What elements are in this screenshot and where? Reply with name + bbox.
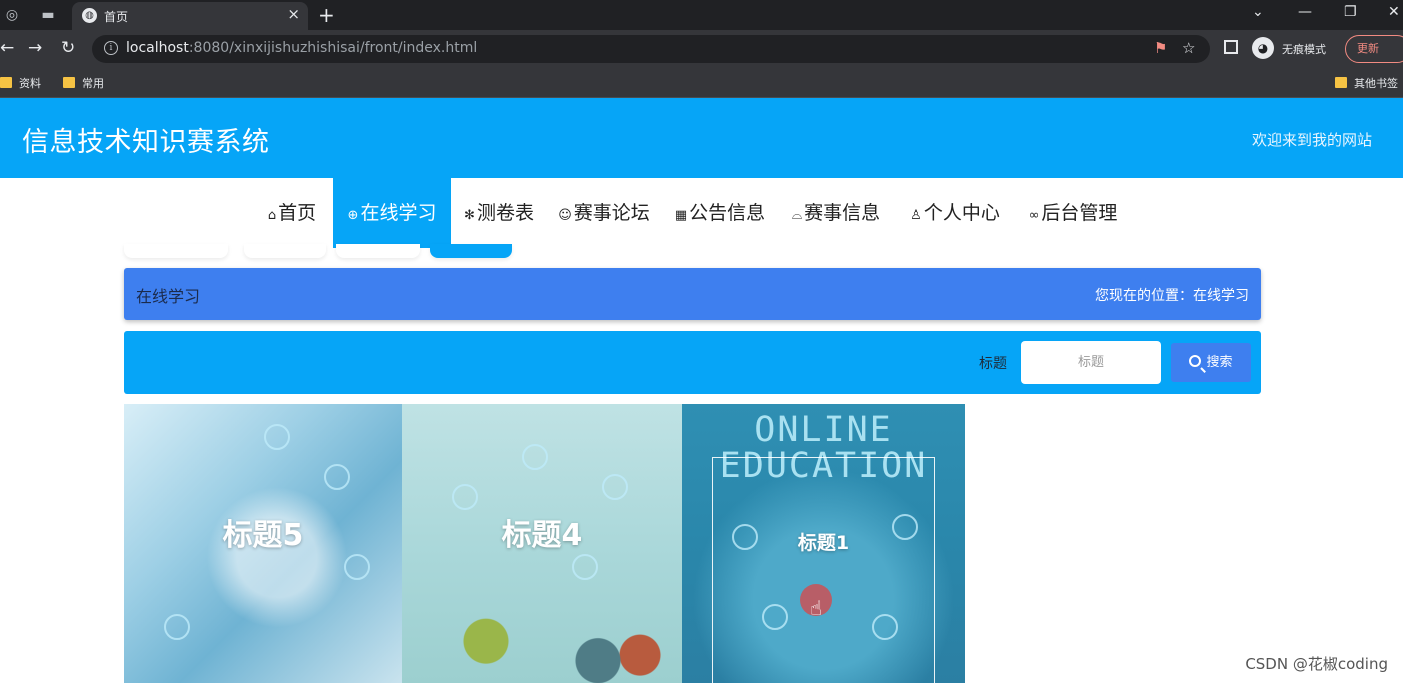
nav-item-home[interactable]: ⌂ 首页 bbox=[262, 178, 322, 248]
search-bar: 标题 搜索 bbox=[124, 331, 1261, 394]
card-title: 标题1 bbox=[797, 532, 850, 554]
nav-item-events[interactable]: ⌓ 赛事信息 bbox=[786, 178, 886, 248]
snowflake-icon: ✻ bbox=[464, 208, 475, 223]
update-label: 更新 bbox=[1357, 42, 1379, 55]
reload-icon[interactable]: ↻ bbox=[61, 38, 75, 58]
page-title: 在线学习 bbox=[136, 287, 201, 306]
breadcrumb: 您现在的位置：在线学习 bbox=[1095, 288, 1249, 304]
search-button-label: 搜索 bbox=[1206, 355, 1233, 370]
globe-icon: ◍ bbox=[82, 8, 97, 23]
browser-menu-icon[interactable]: ◎ bbox=[2, 5, 22, 25]
nav-item-forum[interactable]: ☺ 赛事论坛 bbox=[555, 178, 653, 248]
ghost-tab bbox=[124, 244, 228, 258]
decor-node bbox=[264, 424, 290, 450]
close-tab-icon[interactable]: × bbox=[287, 5, 300, 23]
ghost-tab-active bbox=[430, 244, 512, 258]
nav-label: 首页 bbox=[278, 202, 317, 224]
decor-node bbox=[164, 614, 190, 640]
course-card-hovered[interactable]: ONLINE EDUCATION 标题1 ☝ bbox=[682, 404, 965, 683]
restore-icon[interactable]: ❐ bbox=[1344, 4, 1357, 20]
bookmark-label: 资料 bbox=[19, 77, 41, 90]
site-info-icon[interactable]: i bbox=[104, 41, 118, 55]
url-path: :8080/xinxijishuzhishisai/front/index.ht… bbox=[188, 40, 478, 56]
nav-label: 后台管理 bbox=[1041, 202, 1118, 224]
url-host: localhost bbox=[126, 40, 189, 56]
nav-label: 赛事论坛 bbox=[573, 202, 650, 224]
url-text: localhost:8080/xinxijishuzhishisai/front… bbox=[126, 40, 477, 56]
course-card[interactable]: 标题4 bbox=[402, 404, 682, 683]
breadcrumb-bar: 在线学习 您现在的位置：在线学习 bbox=[124, 268, 1261, 320]
decor-node bbox=[324, 464, 350, 490]
bookmark-star-icon[interactable]: ☆ bbox=[1182, 39, 1195, 57]
tab-search-icon[interactable]: ▬ bbox=[38, 5, 58, 25]
card-title: 标题4 bbox=[501, 518, 583, 553]
search-icon bbox=[1189, 355, 1202, 367]
search-input[interactable] bbox=[1021, 341, 1161, 384]
decor-node bbox=[872, 614, 898, 640]
watermark: CSDN @花椒coding bbox=[1245, 655, 1388, 673]
forward-icon[interactable]: → bbox=[28, 38, 42, 58]
grid-icon: ▦ bbox=[674, 208, 688, 223]
main-nav: ⌂ 首页 ⊕ 在线学习 ✻ 测卷表 ☺ 赛事论坛 ▦ 公告信息 ⌓ 赛事信息 ♙ 个人中心 ∞… bbox=[0, 178, 1403, 248]
nav-item-profile[interactable]: ♙ 个人中心 bbox=[906, 178, 1004, 248]
ghost-tab bbox=[336, 244, 420, 258]
smile-icon: ☺ bbox=[558, 208, 572, 223]
globe-icon: ⊕ bbox=[347, 208, 359, 223]
welcome-text: 欢迎来到我的网站 bbox=[1251, 131, 1372, 149]
browser-tab[interactable]: ◍ 首页 × bbox=[72, 2, 308, 30]
decor-node bbox=[572, 554, 598, 580]
bookmark-label: 常用 bbox=[82, 77, 104, 90]
address-bar[interactable]: i localhost:8080/xinxijishuzhishisai/fro… bbox=[92, 35, 1210, 63]
tab-title: 首页 bbox=[104, 10, 129, 24]
nav-label: 在线学习 bbox=[360, 202, 437, 224]
hover-frame bbox=[712, 457, 935, 683]
window-close-icon[interactable]: ✕ bbox=[1388, 4, 1400, 20]
other-bookmarks[interactable]: 其他书签 bbox=[1335, 75, 1398, 91]
browser-toolbar: ← → ↻ i localhost:8080/xinxijishuzhishis… bbox=[0, 30, 1403, 68]
nav-label: 个人中心 bbox=[923, 202, 1000, 224]
bookmark-folder[interactable]: 资料 bbox=[0, 75, 41, 91]
site-header: 信息技术知识赛系统 欢迎来到我的网站 bbox=[0, 98, 1403, 178]
decor-node bbox=[602, 474, 628, 500]
user-icon: ♙ bbox=[910, 208, 922, 223]
back-icon[interactable]: ← bbox=[0, 38, 14, 58]
folder-icon bbox=[63, 77, 75, 88]
decor-node bbox=[344, 554, 370, 580]
nav-item-announcements[interactable]: ▦ 公告信息 bbox=[671, 178, 769, 248]
incognito-icon: ◕ bbox=[1252, 37, 1274, 59]
side-panel-icon[interactable] bbox=[1224, 40, 1238, 54]
other-bookmarks-label: 其他书签 bbox=[1354, 77, 1398, 90]
ghost-tab bbox=[244, 244, 326, 258]
nav-item-admin[interactable]: ∞ 后台管理 bbox=[1023, 178, 1123, 248]
bookmark-folder[interactable]: 常用 bbox=[63, 75, 104, 91]
site-title: 信息技术知识赛系统 bbox=[22, 127, 270, 158]
nav-label: 公告信息 bbox=[689, 202, 766, 224]
nav-label: 赛事信息 bbox=[804, 202, 881, 224]
decor-node bbox=[522, 444, 548, 470]
tab-list-chevron-icon[interactable]: ⌄ bbox=[1252, 4, 1264, 20]
nav-item-test-papers[interactable]: ✻ 测卷表 bbox=[460, 178, 538, 248]
folder-icon bbox=[1335, 77, 1347, 88]
search-label: 标题 bbox=[979, 356, 1007, 372]
minimize-icon[interactable]: — bbox=[1298, 4, 1312, 20]
decor-node bbox=[452, 484, 478, 510]
nav-item-online-learning[interactable]: ⊕ 在线学习 bbox=[333, 178, 451, 248]
course-card[interactable]: 标题5 bbox=[124, 404, 402, 683]
nav-label: 测卷表 bbox=[476, 202, 534, 224]
bookmarks-bar: 资料 常用 其他书签 bbox=[0, 68, 1403, 98]
decor-node bbox=[762, 604, 788, 630]
hand-cursor-icon: ☝ bbox=[810, 596, 823, 620]
card-title: 标题5 bbox=[222, 518, 304, 553]
browser-tab-strip: ◎ ▬ ◍ 首页 × + ⌄ — ❐ ✕ bbox=[0, 0, 1403, 30]
incognito-label: 无痕模式 bbox=[1282, 43, 1326, 56]
search-button[interactable]: 搜索 bbox=[1171, 343, 1251, 382]
home-icon: ⌂ bbox=[267, 208, 277, 223]
update-button[interactable]: 更新 bbox=[1345, 35, 1403, 63]
folder-icon bbox=[0, 77, 12, 88]
link-icon: ∞ bbox=[1028, 208, 1040, 223]
book-icon: ⌓ bbox=[791, 208, 803, 223]
blocked-icon[interactable]: ⚑ bbox=[1154, 39, 1167, 57]
new-tab-button[interactable]: + bbox=[318, 3, 335, 27]
